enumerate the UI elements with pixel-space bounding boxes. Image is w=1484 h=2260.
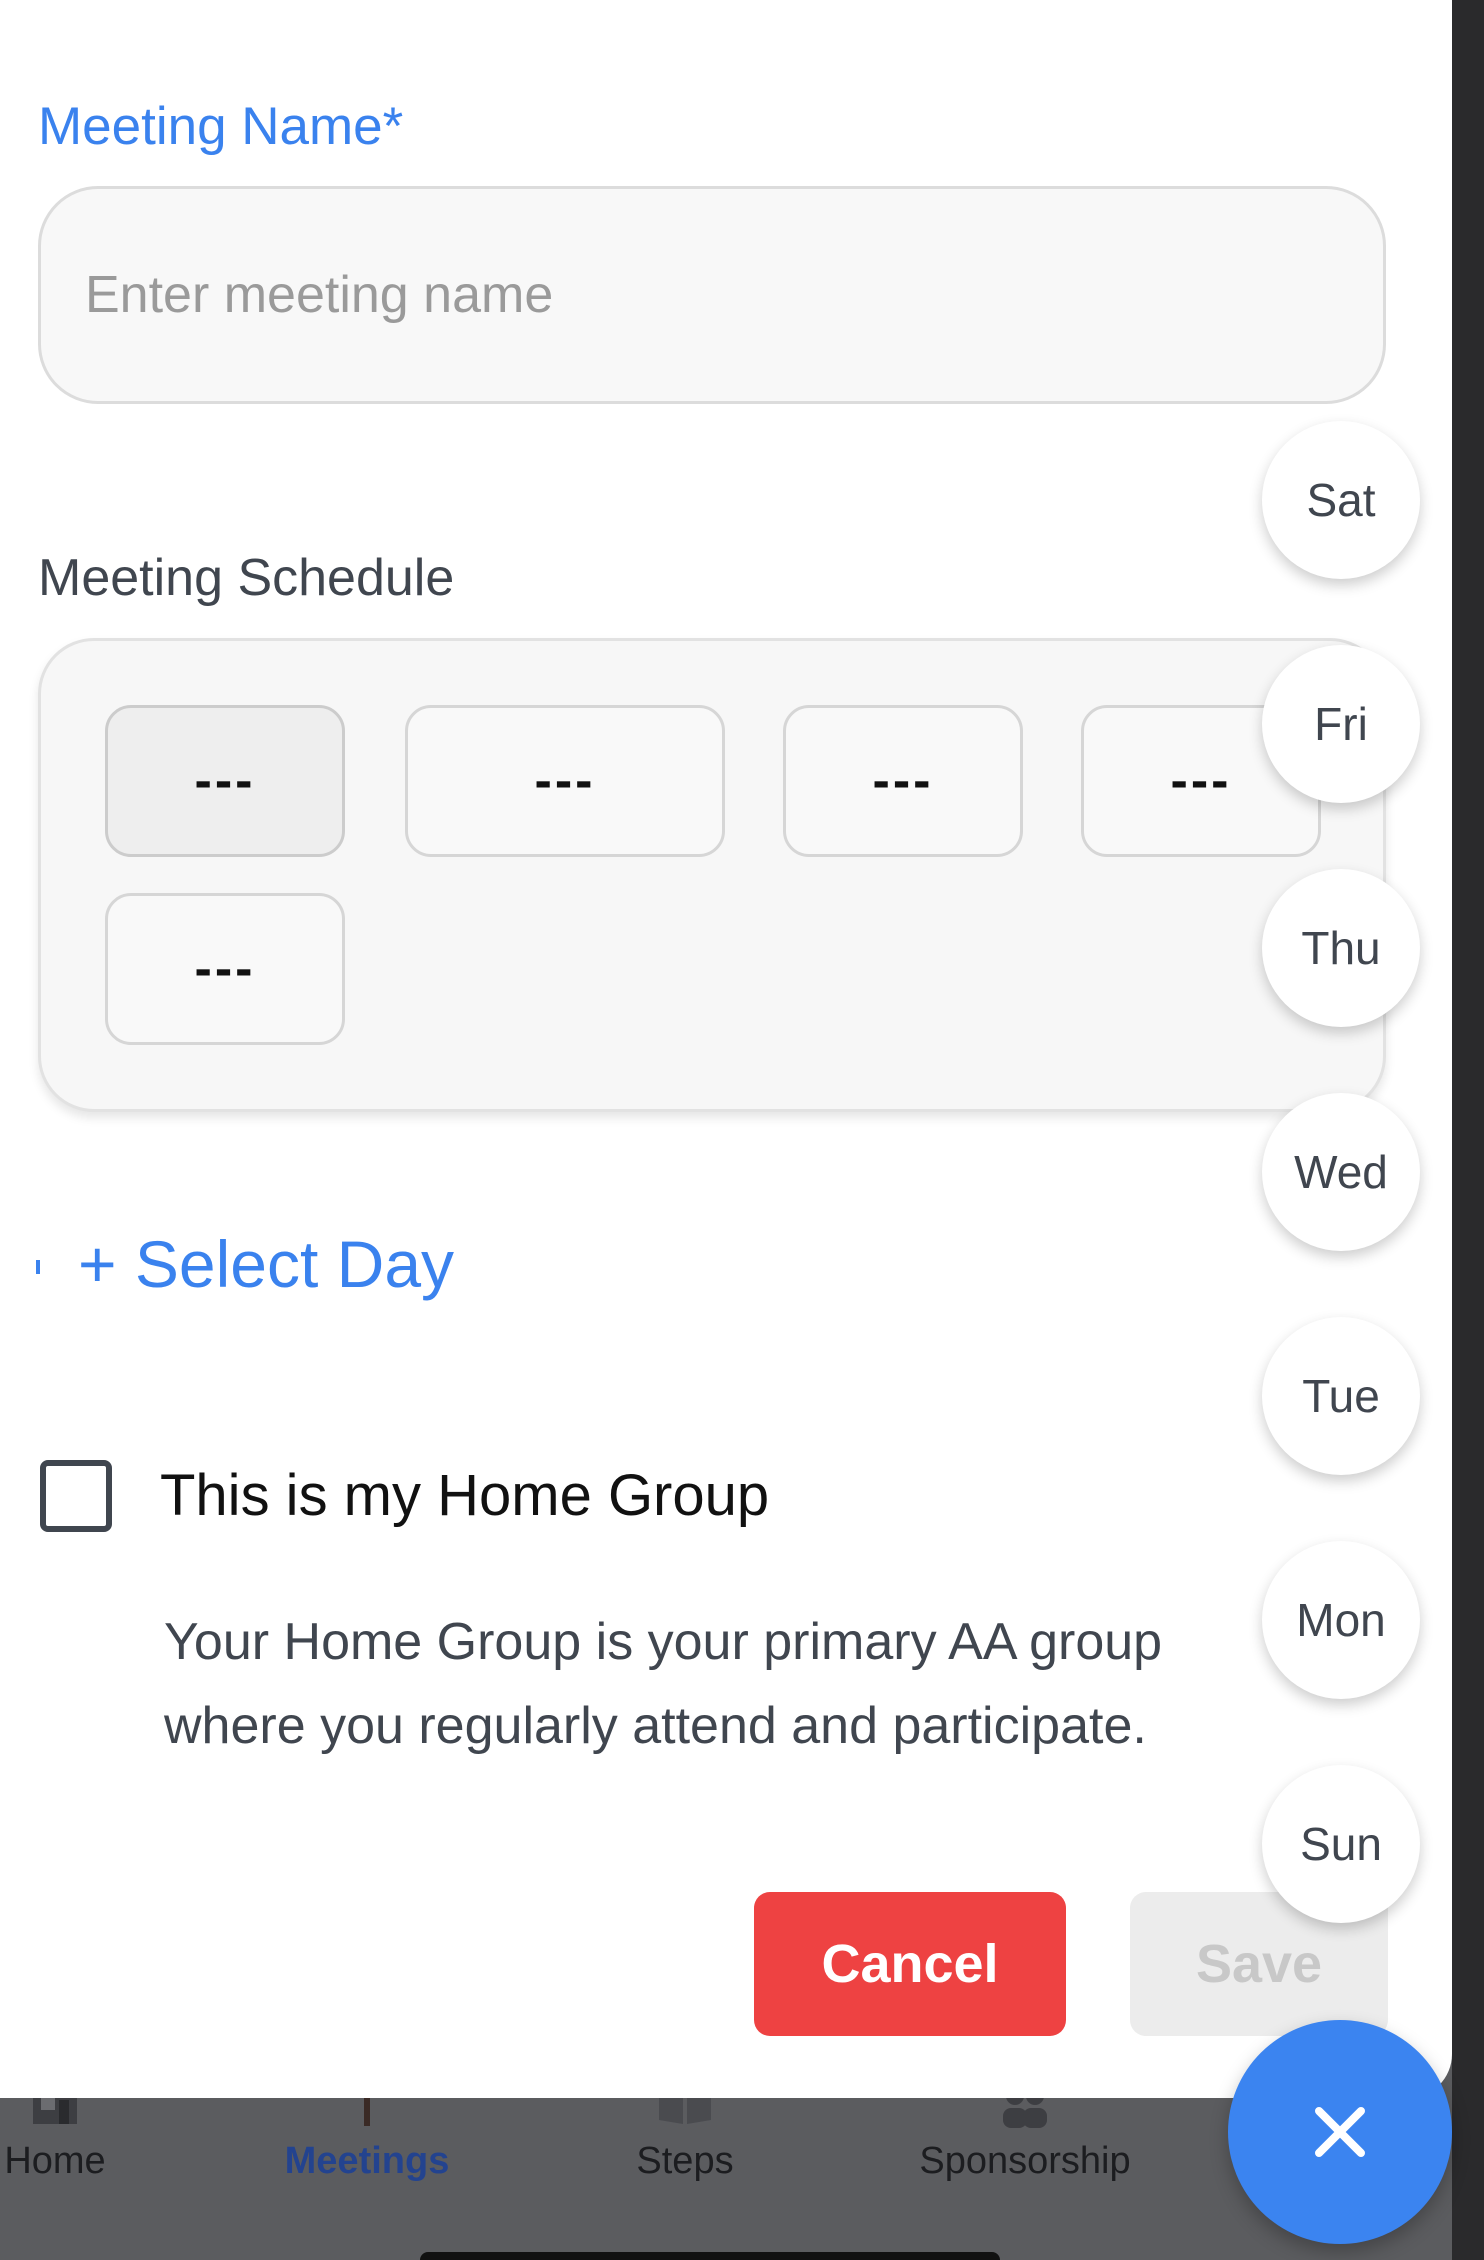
day-option-wed[interactable]: Wed: [1262, 1093, 1420, 1251]
home-indicator: [420, 2252, 1000, 2260]
schedule-slot[interactable]: ---: [105, 893, 345, 1045]
tab-meetings-label: Meetings: [284, 2140, 450, 2182]
meeting-name-input[interactable]: [38, 186, 1386, 404]
select-day-indicator: [36, 1260, 40, 1274]
schedule-slot[interactable]: ---: [105, 705, 345, 857]
app-screen: Home Meetings Steps Sponsorship Meeting …: [0, 0, 1484, 2260]
day-option-fri[interactable]: Fri: [1262, 645, 1420, 803]
day-option-sun[interactable]: Sun: [1262, 1765, 1420, 1923]
tab-steps-label: Steps: [636, 2140, 734, 2182]
home-group-checkbox[interactable]: [40, 1460, 112, 1532]
cancel-button[interactable]: Cancel: [754, 1892, 1066, 2036]
home-group-description: Your Home Group is your primary AA group…: [164, 1613, 1163, 1755]
device-frame: [1452, 0, 1484, 2260]
day-option-sat[interactable]: Sat: [1262, 421, 1420, 579]
tab-home-label: Home: [4, 2140, 106, 2182]
meeting-name-label: Meeting Name*: [38, 97, 404, 156]
day-option-mon[interactable]: Mon: [1262, 1541, 1420, 1699]
day-option-thu[interactable]: Thu: [1262, 869, 1420, 1027]
tab-sponsorship-label: Sponsorship: [919, 2140, 1131, 2182]
schedule-slot[interactable]: ---: [405, 705, 725, 857]
schedule-container: --- --- --- --- ---: [38, 638, 1386, 1112]
close-icon: [1315, 2107, 1365, 2157]
home-group-label: This is my Home Group: [160, 1463, 770, 1528]
meeting-schedule-label: Meeting Schedule: [38, 549, 455, 607]
schedule-slot[interactable]: ---: [783, 705, 1023, 857]
add-meeting-sheet: Meeting Name* Meeting Schedule --- --- -…: [0, 0, 1452, 2098]
close-fab-button[interactable]: [1228, 2020, 1452, 2244]
select-day-button[interactable]: + Select Day: [78, 1226, 454, 1302]
day-option-tue[interactable]: Tue: [1262, 1317, 1420, 1475]
